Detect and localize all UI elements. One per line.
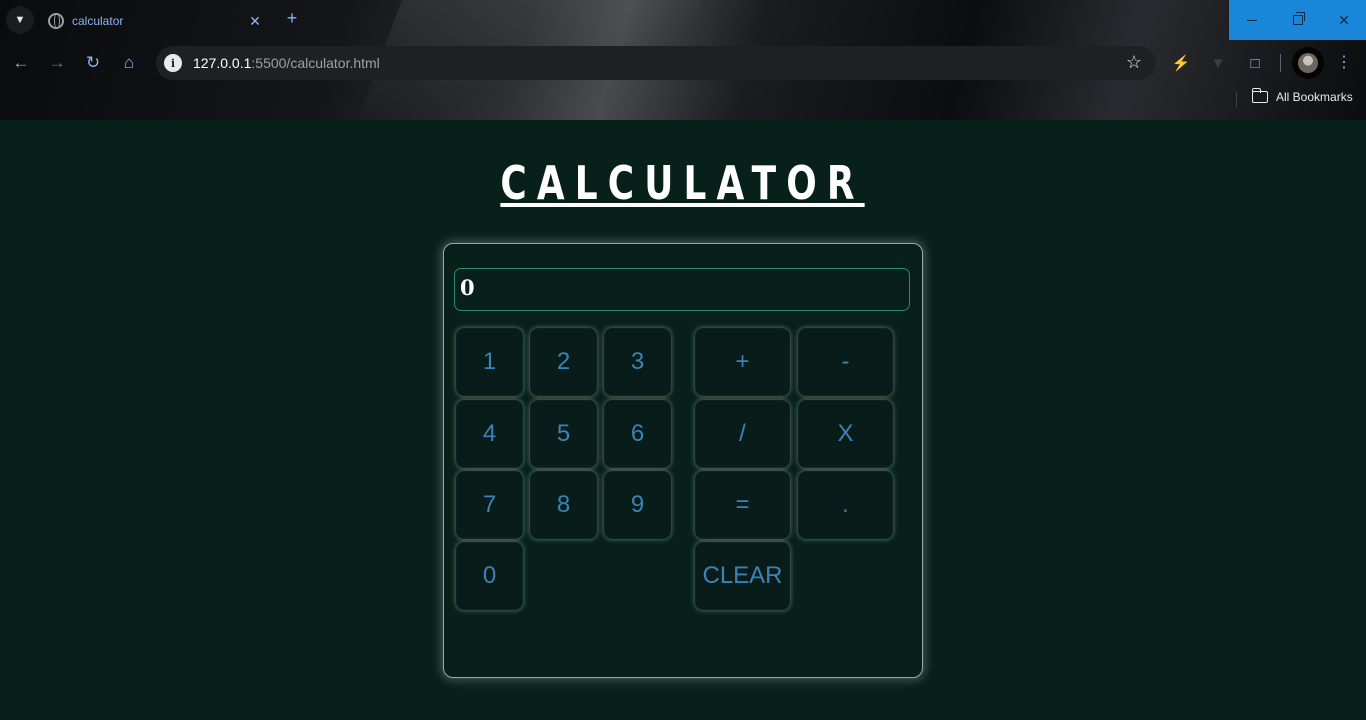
all-bookmarks-label: All Bookmarks [1276,90,1353,104]
tab-title: calculator [72,14,124,28]
key-clear[interactable]: CLEAR [695,542,790,610]
page-title: CALCULATOR [500,156,866,210]
reload-icon: ↻ [85,53,101,72]
calculator-panel: 0 1 2 3 + - 4 5 6 / X 7 8 9 = . 0 CLEAR [443,243,923,678]
close-window-button[interactable]: ✕ [1321,0,1366,40]
home-icon: ⌂ [123,53,135,72]
key-1[interactable]: 1 [456,328,523,396]
key-minus[interactable]: - [798,328,893,396]
key-7[interactable]: 7 [456,471,523,539]
toolbar-divider [1280,54,1281,72]
browser-chrome: ▼ calculator ✕ + ✕ ← → ↻ ⌂ i 127.0.0.1 :… [0,0,1366,120]
key-plus[interactable]: + [695,328,790,396]
extension-lightning-icon[interactable]: ⚡ [1170,52,1192,74]
tab-search-button[interactable]: ▼ [6,6,34,34]
key-9[interactable]: 9 [604,471,671,539]
key-3[interactable]: 3 [604,328,671,396]
globe-icon [48,13,64,29]
folder-icon [1251,88,1268,103]
extensions-puzzle-icon[interactable]: □ [1244,52,1266,74]
key-0[interactable]: 0 [456,542,523,610]
key-4[interactable]: 4 [456,400,523,468]
key-6[interactable]: 6 [604,400,671,468]
home-button[interactable]: ⌂ [116,50,142,76]
key-divide[interactable]: / [695,400,790,468]
restore-button[interactable] [1275,0,1321,40]
reload-button[interactable]: ↻ [80,50,106,76]
menu-kebab-icon[interactable]: ⋮ [1336,52,1352,72]
address-bar[interactable]: i 127.0.0.1 :5500/calculator.html ☆ [156,46,1156,80]
key-8[interactable]: 8 [530,471,597,539]
new-tab-button[interactable]: + [282,8,302,29]
key-decimal[interactable]: . [798,471,893,539]
browser-tab[interactable]: calculator ✕ [40,6,272,36]
forward-button[interactable]: → [44,50,70,76]
key-multiply[interactable]: X [798,400,893,468]
key-2[interactable]: 2 [530,328,597,396]
close-icon: ✕ [1338,11,1350,28]
back-button[interactable]: ← [8,50,34,76]
key-5[interactable]: 5 [530,400,597,468]
avatar-image [1298,53,1318,73]
bookmark-star-icon[interactable]: ☆ [1126,52,1142,73]
url-host: 127.0.0.1 [193,55,252,71]
key-equals[interactable]: = [695,471,790,539]
calculator-page: CALCULATOR 0 1 2 3 + - 4 5 6 / X 7 8 9 =… [0,120,1366,720]
site-info-icon[interactable]: i [164,54,182,72]
chevron-down-icon: ▼ [14,14,26,26]
all-bookmarks-button[interactable]: All Bookmarks [1251,88,1353,104]
url-path: :5500/calculator.html [251,55,380,71]
tab-close-icon[interactable]: ✕ [246,13,264,30]
profile-avatar[interactable] [1292,47,1324,79]
minimize-icon [1247,19,1257,21]
page-title-wrap: CALCULATOR [0,156,1366,210]
arrow-right-icon: → [48,53,66,72]
restore-icon [1293,12,1305,25]
arrow-left-icon: ← [12,53,30,72]
extension-shield-icon[interactable]: ▼ [1207,52,1229,74]
bookmarks-divider [1236,92,1237,108]
minimize-button[interactable] [1229,0,1275,40]
calculator-display[interactable]: 0 [454,268,910,311]
